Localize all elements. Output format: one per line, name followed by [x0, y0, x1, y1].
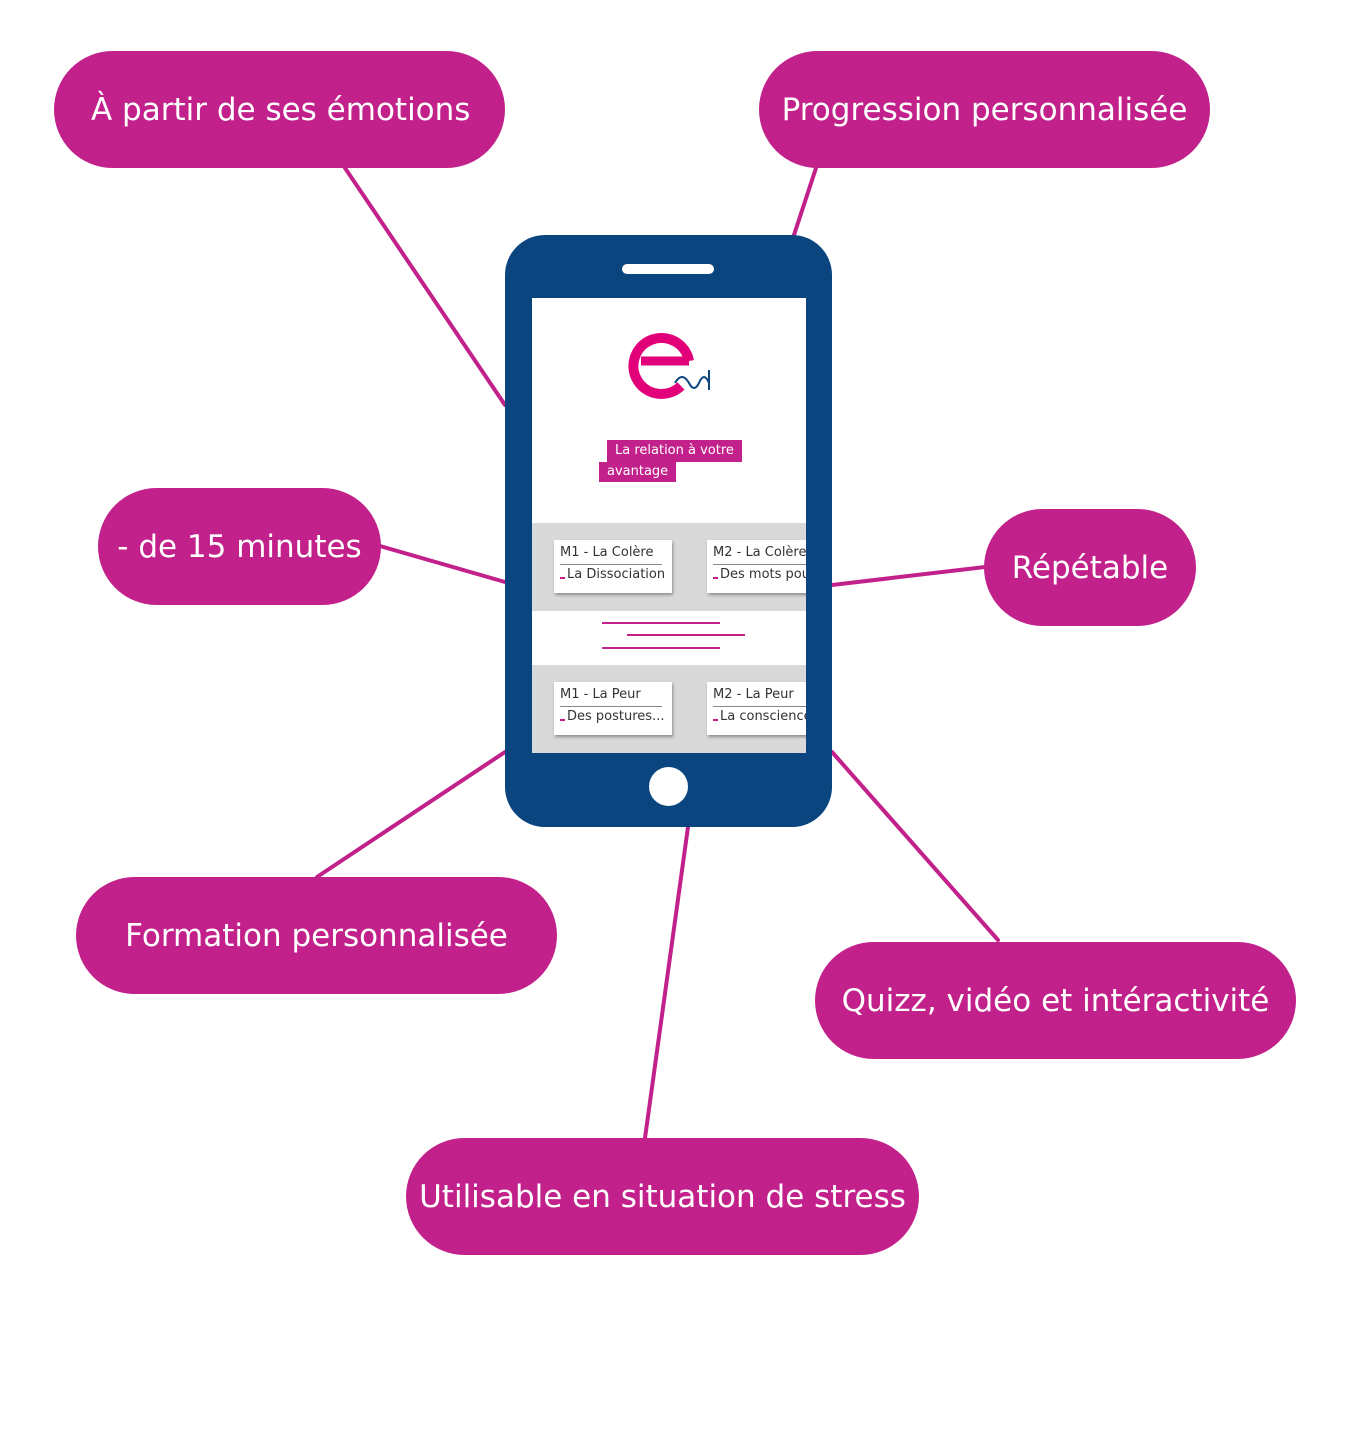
module-title: M1 - La Peur	[560, 687, 641, 702]
module-subtitle: La Dissociation	[567, 567, 666, 582]
tagline-line2: avantage	[599, 462, 677, 482]
feature-quizz: Quizz, vidéo et intéractivité	[815, 942, 1296, 1059]
module-card[interactable]: M2 - La Peur La conscience	[707, 682, 806, 735]
connector-quizz	[830, 750, 1000, 942]
module-card[interactable]: M1 - La Colère La Dissociation	[554, 540, 672, 593]
feature-training: Formation personnalisée	[76, 877, 557, 994]
phone-mockup: La relation à votre avantage M1 - La Col…	[505, 235, 832, 827]
tagline-line1: La relation à votre	[607, 440, 742, 462]
home-button[interactable]	[649, 767, 688, 806]
module-title: M1 - La Colère	[560, 545, 654, 560]
decorative-line	[602, 647, 720, 649]
modules-row-2: M1 - La Peur Des postures... M2 - La Peu…	[532, 665, 806, 753]
connector-stress	[643, 825, 690, 1140]
connector-training	[315, 750, 507, 879]
module-card[interactable]: M1 - La Peur Des postures...	[554, 682, 672, 735]
feature-duration: - de 15 minutes	[98, 488, 381, 605]
module-subtitle: Des mots pou	[720, 567, 806, 582]
module-title: M2 - La Colère	[713, 545, 806, 560]
module-card[interactable]: M2 - La Colère Des mots pou	[707, 540, 806, 593]
feature-stress-label: Utilisable en situation de stress	[419, 1178, 906, 1215]
phone-speaker	[622, 264, 714, 274]
feature-stress: Utilisable en situation de stress	[406, 1138, 919, 1255]
decorative-line	[602, 622, 720, 624]
connector-emotions	[343, 166, 507, 407]
feature-repeatable-label: Répétable	[1011, 549, 1169, 586]
feature-emotions: À partir de ses émotions	[54, 51, 505, 168]
feature-progression-label: Progression personnalisée	[781, 91, 1188, 128]
feature-quizz-label: Quizz, vidéo et intéractivité	[841, 982, 1270, 1019]
connector-duration	[378, 544, 507, 584]
module-subtitle: La conscience	[720, 709, 806, 724]
module-title: M2 - La Peur	[713, 687, 794, 702]
feature-progression: Progression personnalisée	[759, 51, 1210, 168]
decorative-line	[627, 634, 745, 636]
module-divider	[560, 564, 662, 565]
feature-duration-label: - de 15 minutes	[117, 528, 362, 565]
module-divider	[713, 564, 806, 565]
feature-training-label: Formation personnalisée	[125, 917, 508, 954]
eo-logo-icon	[628, 332, 710, 399]
module-divider	[713, 706, 806, 707]
connector-progression	[791, 166, 818, 240]
module-subtitle: Des postures...	[567, 709, 665, 724]
feature-repeatable: Répétable	[984, 509, 1196, 626]
module-divider	[560, 706, 662, 707]
connector-repeatable	[830, 565, 987, 587]
phone-screen: La relation à votre avantage M1 - La Col…	[532, 298, 806, 753]
modules-row-1: M1 - La Colère La Dissociation M2 - La C…	[532, 523, 806, 611]
feature-emotions-label: À partir de ses émotions	[91, 91, 471, 128]
